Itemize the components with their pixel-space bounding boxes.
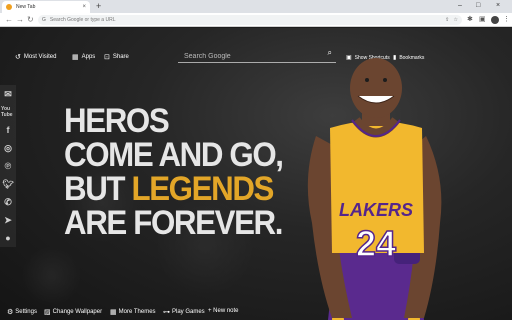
player-image: LAKERS 24 (307, 58, 442, 320)
whatsapp-icon[interactable]: ✆ (1, 193, 15, 211)
back-icon[interactable]: ← (5, 15, 13, 25)
new-note-button[interactable]: + New note (208, 308, 239, 314)
image-icon: ▨ (44, 309, 51, 316)
most-visited-button[interactable]: ↺ Most Visited (15, 53, 56, 61)
reddit-icon[interactable]: ● (1, 229, 15, 247)
quote-text: HEROS COME AND GO, BUT LEGENDS ARE FOREV… (64, 102, 284, 242)
bottom-bar: ⚙ Settings ▨ Change Wallpaper ▦ More The… (0, 304, 512, 320)
apps-label: Apps (81, 54, 96, 60)
play-games-label: Play Games (172, 309, 205, 315)
omnibox-actions: ⇪ ☆ (445, 16, 458, 24)
tab-new-tab[interactable]: New Tab × (2, 1, 90, 13)
bookmark-star-icon[interactable]: ☆ (454, 17, 458, 23)
reload-icon[interactable]: ↻ (27, 15, 34, 25)
telegram-icon[interactable]: ➤ (1, 211, 15, 229)
change-wallpaper-label: Change Wallpaper (52, 309, 103, 315)
jersey-number: 24 (356, 223, 396, 264)
quote-line-2: COME AND GO, (64, 136, 284, 174)
google-icon: G (42, 17, 46, 23)
share-icon: ⊡ (104, 54, 110, 61)
forward-icon[interactable]: → (16, 15, 24, 25)
jersey-team: LAKERS (339, 200, 413, 220)
player-head (350, 58, 402, 118)
more-themes-label: More Themes (118, 309, 156, 315)
change-wallpaper-button[interactable]: ▨ Change Wallpaper (44, 308, 102, 316)
twitter-icon[interactable]: 🐦︎ (1, 175, 15, 193)
facebook-icon[interactable]: f (1, 121, 15, 139)
pinterest-icon[interactable]: ℗ (1, 157, 15, 175)
new-tab-page: ↺ Most Visited ▦ Apps ⊡ Share ⌕ ▣ Show S… (0, 28, 512, 320)
quote-highlight: LEGENDS (131, 170, 274, 208)
new-tab-button[interactable]: + (96, 1, 101, 12)
youtube-icon[interactable]: You Tube (1, 103, 15, 121)
play-games-button[interactable]: ⊶ Play Games (163, 308, 205, 316)
share-label: Share (112, 54, 129, 60)
tab-title: New Tab (16, 4, 36, 10)
gear-icon: ⚙ (7, 309, 14, 316)
share-button[interactable]: ⊡ Share (104, 53, 129, 61)
gmail-icon[interactable]: ✉ (1, 85, 15, 103)
tab-favicon-icon (6, 4, 12, 10)
quote-line-4: ARE FOREVER. (64, 204, 283, 242)
minimize-button[interactable]: – (458, 0, 462, 12)
tab-strip: New Tab × + – □ × (0, 0, 512, 13)
tab-close-icon[interactable]: × (82, 4, 86, 10)
new-note-label: + New note (208, 308, 239, 314)
extensions-icon[interactable]: ✱ (467, 16, 473, 24)
youtube-logo-text: You Tube (1, 106, 13, 118)
browser-toolbar: ← → ↻ G Search Google or type a URL ⇪ ☆ … (0, 13, 512, 27)
side-panel-icon[interactable]: ▣ (479, 16, 486, 24)
apps-grid-icon: ▦ (72, 54, 79, 61)
settings-label: Settings (15, 309, 37, 315)
themes-grid-icon: ▦ (110, 309, 117, 316)
most-visited-label: Most Visited (23, 54, 57, 60)
instagram-icon[interactable]: ◎ (1, 139, 15, 157)
social-sidebar: ✉ You Tube f ◎ ℗ 🐦︎ ✆ ➤ ● (0, 85, 16, 247)
more-themes-button[interactable]: ▦ More Themes (110, 308, 156, 316)
apps-button[interactable]: ▦ Apps (72, 53, 95, 61)
settings-button[interactable]: ⚙ Settings (7, 308, 37, 316)
close-window-button[interactable]: × (496, 0, 500, 12)
maximize-button[interactable]: □ (476, 0, 480, 12)
address-placeholder: Search Google or type a URL (49, 17, 116, 23)
menu-kebab-icon[interactable]: ⋮ (503, 16, 510, 24)
quote-line-3: BUT LEGENDS (64, 172, 283, 206)
profile-avatar[interactable] (491, 16, 499, 24)
history-icon: ↺ (15, 54, 21, 61)
quote-line-3-prefix: BUT (64, 170, 132, 208)
address-bar[interactable]: G Search Google or type a URL ⇪ ☆ (38, 15, 462, 25)
gamepad-icon: ⊶ (163, 309, 170, 316)
share-page-icon[interactable]: ⇪ (445, 17, 449, 23)
quote-line-1: HEROS (64, 102, 170, 140)
